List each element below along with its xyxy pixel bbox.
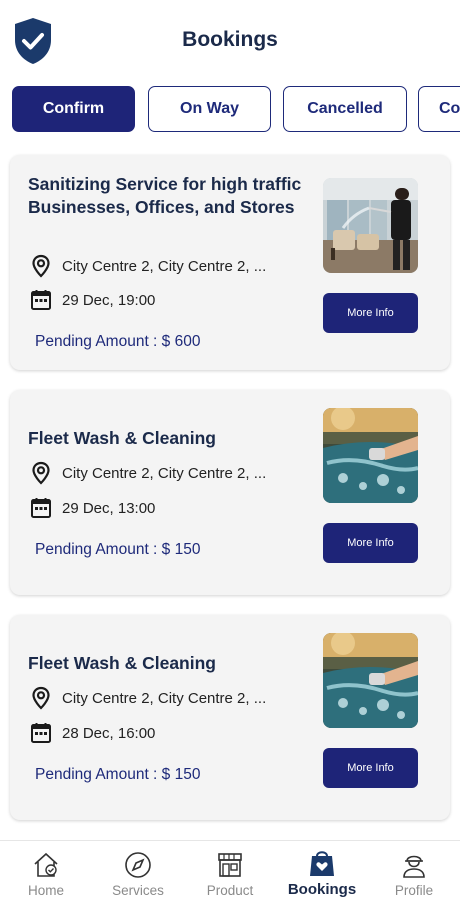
worker-icon — [397, 849, 431, 881]
bottom-navigation: Home Services Product Bookings Profile — [0, 840, 460, 900]
app-header: Bookings — [0, 0, 460, 80]
booking-datetime: 28 Dec, 16:00 — [30, 721, 155, 745]
pending-amount: Pending Amount : $ 150 — [35, 541, 201, 558]
booking-card[interactable]: Fleet Wash & Cleaning City Centre 2, Cit… — [10, 615, 450, 820]
datetime-text: 29 Dec, 13:00 — [62, 499, 156, 517]
booking-title: Sanitizing Service for high traffic Busi… — [28, 174, 302, 217]
booking-card[interactable]: Fleet Wash & Cleaning City Centre 2, Cit… — [10, 390, 450, 595]
compass-icon — [121, 849, 155, 881]
location-text: City Centre 2, City Centre 2, ... — [62, 464, 267, 482]
location-text: City Centre 2, City Centre 2, ... — [62, 689, 267, 707]
location-text: City Centre 2, City Centre 2, ... — [62, 257, 267, 275]
booking-location: City Centre 2, City Centre 2, ... — [30, 254, 266, 278]
datetime-text: 28 Dec, 16:00 — [62, 724, 156, 742]
nav-product[interactable]: Product — [190, 849, 270, 898]
nav-label: Home — [27, 883, 64, 898]
nav-services[interactable]: Services — [98, 849, 178, 898]
nav-label: Product — [206, 883, 254, 898]
nav-profile[interactable]: Profile — [374, 849, 454, 898]
location-pin-icon — [32, 686, 50, 710]
tab-on-way[interactable]: On Way — [148, 86, 271, 132]
pending-amount: Pending Amount : $ 600 — [35, 333, 201, 350]
location-pin-icon — [32, 254, 50, 278]
nav-bookings[interactable]: Bookings — [282, 847, 362, 898]
location-pin-icon — [32, 461, 50, 485]
datetime-text: 29 Dec, 19:00 — [62, 291, 156, 309]
calendar-icon — [31, 498, 51, 518]
calendar-icon — [31, 290, 51, 310]
car-wash-photo — [323, 633, 418, 728]
calendar-icon — [31, 723, 51, 743]
booking-card[interactable]: Sanitizing Service for high traffic Busi… — [10, 155, 450, 370]
more-info-button[interactable]: More Info — [323, 293, 418, 333]
tab-completed[interactable]: Co — [418, 86, 460, 132]
nav-label: Services — [112, 883, 164, 898]
booking-datetime: 29 Dec, 13:00 — [30, 496, 155, 520]
sanitizing-photo — [323, 178, 418, 273]
pending-amount: Pending Amount : $ 150 — [35, 766, 201, 783]
tab-cancelled[interactable]: Cancelled — [283, 86, 407, 132]
page-title: Bookings — [182, 28, 278, 51]
booking-title: Fleet Wash & Cleaning — [28, 653, 216, 673]
nav-label: Profile — [394, 883, 434, 898]
car-wash-photo — [323, 408, 418, 503]
status-tabs: Confirm On Way Cancelled Co — [12, 86, 460, 132]
booking-location: City Centre 2, City Centre 2, ... — [30, 686, 266, 710]
booking-location: City Centre 2, City Centre 2, ... — [30, 461, 266, 485]
tab-confirm[interactable]: Confirm — [12, 86, 135, 132]
storefront-icon — [213, 849, 247, 881]
more-info-button[interactable]: More Info — [323, 523, 418, 563]
booking-title: Fleet Wash & Cleaning — [28, 428, 216, 448]
more-info-button[interactable]: More Info — [323, 748, 418, 788]
shopping-bag-heart-icon — [305, 847, 339, 879]
nav-home[interactable]: Home — [6, 849, 86, 898]
booking-datetime: 29 Dec, 19:00 — [30, 288, 155, 312]
home-check-icon — [29, 849, 63, 881]
nav-label: Bookings — [287, 881, 357, 898]
